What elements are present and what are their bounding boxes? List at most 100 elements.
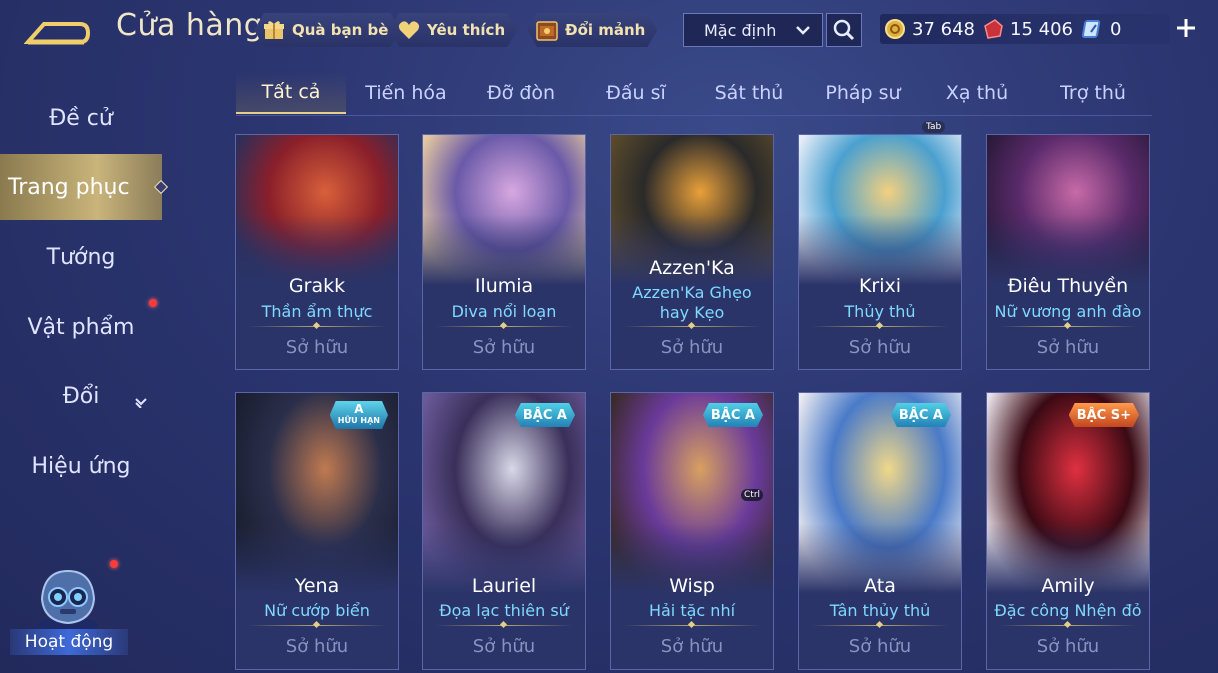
notification-dot — [110, 560, 118, 568]
owned-status: Sở hữu — [1036, 337, 1100, 358]
tier-badge: BẬC A — [891, 403, 951, 427]
hero-name: Azzen'Ka — [649, 257, 735, 279]
back-arrow-icon — [23, 22, 91, 45]
owned-status: Sở hữu — [660, 337, 724, 358]
sidebar-item-items[interactable]: Vật phẩm — [0, 294, 162, 360]
heart-icon — [397, 18, 421, 42]
divider — [435, 625, 573, 626]
owned-status: Sở hữu — [660, 636, 724, 657]
owned-status: Sở hữu — [285, 337, 349, 358]
sidebar-item-label: Vật phẩm — [27, 314, 135, 340]
tab-marksman[interactable]: Xạ thủ — [922, 72, 1032, 114]
tab-tank[interactable]: Đỡ đòn — [466, 72, 576, 114]
hero-name: Yena — [294, 575, 340, 597]
tab-evolution[interactable]: Tiến hóa — [351, 72, 461, 114]
hero-name: Ilumia — [474, 275, 534, 297]
skin-name: Đặc công Nhện đỏ — [994, 601, 1142, 620]
skin-card[interactable]: BẬC A Lauriel Đọa lạc thiên sứ Sở hữu — [422, 392, 586, 670]
owned-status: Sở hữu — [472, 337, 536, 358]
sidebar-item-label: Đổi — [62, 383, 100, 409]
owned-status: Sở hữu — [1036, 636, 1100, 657]
sort-dropdown[interactable]: Mặc định — [683, 13, 823, 47]
voucher-currency: 15 406 — [982, 14, 1073, 44]
tab-assassin[interactable]: Sát thủ — [694, 72, 804, 114]
divider — [623, 625, 761, 626]
sidebar-item-label: Hiệu ứng — [31, 453, 131, 479]
skin-card[interactable]: BẬC A Ata Tân thủy thủ Sở hữu — [798, 392, 962, 670]
divider — [435, 326, 573, 327]
divider — [999, 326, 1137, 327]
gold-amount: 37 648 — [912, 18, 975, 40]
shard-exchange-label: Đổi mảnh — [565, 21, 646, 39]
sidebar-item-effects[interactable]: Hiệu ứng — [0, 433, 162, 499]
skin-name: Thủy thủ — [844, 302, 916, 321]
red-voucher-icon — [984, 19, 1003, 39]
sidebar-item-exchange[interactable]: Đổi — [0, 363, 162, 429]
blue-gem-icon — [1082, 20, 1101, 38]
tab-key-hint: Tab — [922, 121, 946, 133]
sidebar-item-recommended[interactable]: Đề cử — [0, 85, 162, 151]
skin-artwork — [987, 135, 1149, 285]
friend-gift-button[interactable]: Quà bạn bè — [254, 13, 400, 47]
robot-mascot-icon — [38, 569, 98, 633]
gold-currency: 37 648 — [884, 14, 975, 44]
back-button[interactable] — [23, 12, 91, 48]
skin-card[interactable]: A HỮU HẠN Yena Nữ cướp biển Sở hữu — [235, 392, 399, 670]
skin-name: Nữ cướp biển — [264, 601, 370, 620]
category-tabs: Tất cả Tiến hóa Đỡ đòn Đấu sĩ Sát thủ Ph… — [236, 72, 1152, 116]
divider — [811, 625, 949, 626]
hero-name: Ata — [864, 575, 896, 597]
badge-tier: A — [354, 402, 364, 416]
gold-coin-icon — [885, 19, 905, 39]
add-currency-button[interactable] — [1172, 12, 1200, 44]
tab-fighter[interactable]: Đấu sĩ — [581, 72, 691, 114]
gem-amount: 0 — [1110, 18, 1122, 40]
shard-exchange-button[interactable]: Đổi mảnh — [527, 13, 657, 47]
voucher-amount: 15 406 — [1010, 18, 1073, 40]
activity-button[interactable]: Hoạt động — [10, 565, 128, 663]
ctrl-key-hint: Ctrl — [741, 489, 764, 501]
chevron-down-icon — [794, 22, 812, 42]
skin-artwork — [799, 135, 961, 285]
sidebar-item-label: Đề cử — [49, 105, 113, 131]
skin-name: Đọa lạc thiên sứ — [439, 601, 569, 620]
skin-name: Tân thủy thủ — [829, 601, 931, 620]
skin-card[interactable]: Krixi Thủy thủ Sở hữu — [798, 134, 962, 370]
skin-card[interactable]: Grakk Thần ẩm thực Sở hữu — [235, 134, 399, 370]
skin-name: Hải tặc nhí — [648, 601, 736, 620]
tab-mage[interactable]: Pháp sư — [808, 72, 918, 114]
skin-artwork — [423, 135, 585, 285]
tab-all[interactable]: Tất cả — [236, 72, 346, 114]
skin-card[interactable]: Điêu Thuyền Nữ vương anh đào Sở hữu — [986, 134, 1150, 370]
sort-selected-value: Mặc định — [704, 20, 777, 40]
favorites-button[interactable]: Yêu thích — [389, 13, 517, 47]
top-bar: Cửa hàng Quà bạn bè Yêu thích Đổi mảnh M… — [0, 0, 1218, 62]
skin-name: Thần ẩm thực — [261, 302, 373, 321]
tab-support[interactable]: Trợ thủ — [1038, 72, 1148, 114]
skin-card[interactable]: BẬC S+ Amily Đặc công Nhện đỏ Sở hữu — [986, 392, 1150, 670]
skin-name: Nữ vương anh đào — [994, 302, 1142, 321]
hero-name: Điêu Thuyền — [1007, 275, 1129, 297]
skin-card[interactable]: BẬC A Ctrl Wisp Hải tặc nhí Sở hữu — [610, 392, 774, 670]
friend-gift-label: Quà bạn bè — [292, 21, 389, 39]
gift-icon — [262, 18, 286, 42]
skin-card[interactable]: Azzen'Ka Azzen'Ka Ghẹo hay Kẹo Sở hữu — [610, 134, 774, 370]
gem-currency: 0 — [1082, 14, 1121, 44]
notification-dot — [149, 299, 157, 307]
chevron-down-icon — [134, 389, 148, 414]
owned-status: Sở hữu — [285, 636, 349, 657]
search-button[interactable] — [826, 13, 862, 47]
sidebar-item-skins[interactable]: Trang phục — [0, 154, 162, 220]
skin-name: Diva nổi loạn — [451, 302, 557, 321]
sidebar-item-heroes[interactable]: Tướng — [0, 224, 162, 290]
skin-card[interactable]: Ilumia Diva nổi loạn Sở hữu — [422, 134, 586, 370]
divider — [248, 625, 386, 626]
owned-status: Sở hữu — [848, 337, 912, 358]
skin-artwork — [236, 135, 398, 285]
owned-status: Sở hữu — [848, 636, 912, 657]
tier-badge: BẬC A — [515, 403, 575, 427]
hero-name: Lauriel — [471, 575, 537, 597]
shard-chest-icon — [535, 18, 559, 42]
hero-name: Krixi — [858, 275, 902, 297]
hero-name: Amily — [1041, 575, 1095, 597]
